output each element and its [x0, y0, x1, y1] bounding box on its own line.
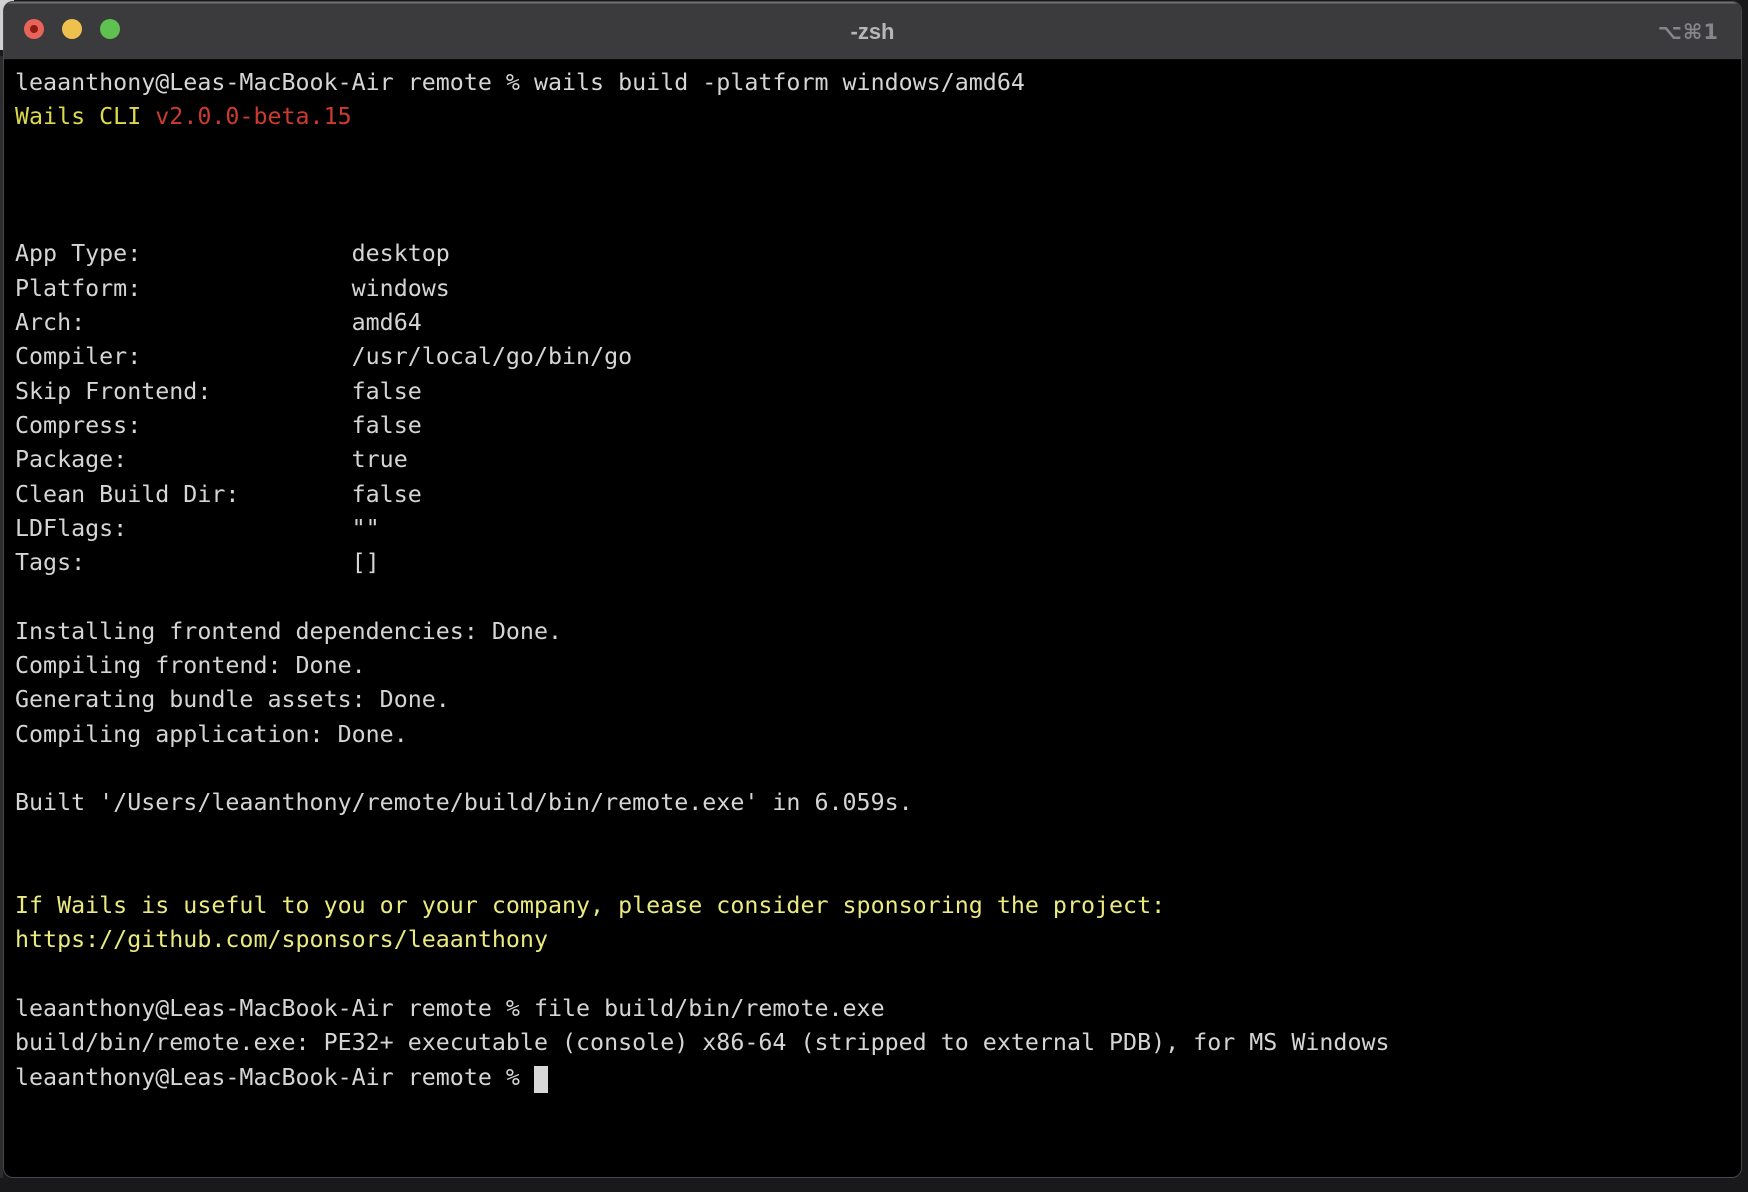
- terminal-text: Compress:: [15, 412, 352, 439]
- terminal-line: App Type: desktop: [15, 237, 1731, 271]
- terminal-line: [15, 958, 1731, 992]
- window-titlebar[interactable]: -zsh ⌥⌘1: [4, 2, 1741, 60]
- terminal-text: Arch:: [15, 309, 352, 336]
- terminal-line: Package: true: [15, 443, 1731, 477]
- terminal-line: [15, 855, 1731, 889]
- terminal-text: Compiling frontend: Done.: [15, 652, 366, 679]
- terminal-text: Package:: [15, 446, 352, 473]
- terminal-line: [15, 169, 1731, 203]
- terminal-text: Installing frontend dependencies: Done.: [15, 618, 562, 645]
- terminal-window: -zsh ⌥⌘1 leaanthony@Leas-MacBook-Air rem…: [3, 1, 1742, 1178]
- terminal-text: leaanthony@Leas-MacBook-Air remote % fil…: [15, 995, 885, 1022]
- terminal-line: https://github.com/sponsors/leaanthony: [15, 923, 1731, 957]
- terminal-text: Built '/Users/leaanthony/remote/build/bi…: [15, 789, 913, 816]
- terminal-line: Built '/Users/leaanthony/remote/build/bi…: [15, 786, 1731, 820]
- terminal-text: amd64: [352, 309, 422, 336]
- terminal-text: Wails CLI: [15, 103, 155, 130]
- terminal-text: If Wails is useful to you or your compan…: [15, 892, 1165, 919]
- terminal-text: Compiling application: Done.: [15, 721, 408, 748]
- terminal-text: build/bin/remote.exe: PE32+ executable (…: [15, 1029, 1390, 1056]
- terminal-line: [15, 203, 1731, 237]
- terminal-text: leaanthony@Leas-MacBook-Air remote %: [15, 1064, 534, 1091]
- terminal-text: Skip Frontend:: [15, 378, 352, 405]
- terminal-text: App Type:: [15, 240, 352, 267]
- terminal-text: Clean Build Dir:: [15, 481, 352, 508]
- text-cursor: [534, 1066, 548, 1093]
- terminal-line: Compiling frontend: Done.: [15, 649, 1731, 683]
- terminal-line: Generating bundle assets: Done.: [15, 683, 1731, 717]
- terminal-line: Tags: []: [15, 546, 1731, 580]
- terminal-text: []: [352, 549, 380, 576]
- terminal-text: false: [352, 481, 422, 508]
- terminal-text: v2.0.0-beta.15: [155, 103, 351, 130]
- terminal-text: false: [352, 412, 422, 439]
- terminal-text: Tags:: [15, 549, 352, 576]
- terminal-text: Platform:: [15, 275, 352, 302]
- terminal-line: [15, 580, 1731, 614]
- terminal-line: Installing frontend dependencies: Done.: [15, 615, 1731, 649]
- terminal-line: Clean Build Dir: false: [15, 478, 1731, 512]
- terminal-screen[interactable]: leaanthony@Leas-MacBook-Air remote % wai…: [4, 60, 1741, 1095]
- terminal-text: LDFlags:: [15, 515, 352, 542]
- terminal-line: leaanthony@Leas-MacBook-Air remote % wai…: [15, 66, 1731, 100]
- terminal-text: desktop: [352, 240, 450, 267]
- terminal-line: [15, 821, 1731, 855]
- terminal-line: Compiler: /usr/local/go/bin/go: [15, 340, 1731, 374]
- terminal-line: build/bin/remote.exe: PE32+ executable (…: [15, 1026, 1731, 1060]
- window-title: -zsh: [4, 2, 1741, 59]
- terminal-text: Compiler:: [15, 343, 352, 370]
- terminal-line: leaanthony@Leas-MacBook-Air remote % fil…: [15, 992, 1731, 1026]
- terminal-text: "": [352, 515, 380, 542]
- terminal-text: Generating bundle assets: Done.: [15, 686, 450, 713]
- terminal-line: If Wails is useful to you or your compan…: [15, 889, 1731, 923]
- terminal-line: [15, 752, 1731, 786]
- terminal-line: Platform: windows: [15, 272, 1731, 306]
- terminal-text: false: [352, 378, 422, 405]
- terminal-line: Compiling application: Done.: [15, 718, 1731, 752]
- terminal-text: leaanthony@Leas-MacBook-Air remote % wai…: [15, 69, 1025, 96]
- terminal-line: Compress: false: [15, 409, 1731, 443]
- tab-shortcut-indicator: ⌥⌘1: [1658, 2, 1719, 59]
- terminal-text: /usr/local/go/bin/go: [352, 343, 633, 370]
- terminal-text: true: [352, 446, 408, 473]
- terminal-text: windows: [352, 275, 450, 302]
- terminal-line: Arch: amd64: [15, 306, 1731, 340]
- terminal-line: Wails CLI v2.0.0-beta.15: [15, 100, 1731, 134]
- terminal-line: [15, 135, 1731, 169]
- terminal-text: https://github.com/sponsors/leaanthony: [15, 926, 548, 953]
- terminal-line: LDFlags: "": [15, 512, 1731, 546]
- terminal-line: leaanthony@Leas-MacBook-Air remote %: [15, 1061, 1731, 1095]
- terminal-line: Skip Frontend: false: [15, 375, 1731, 409]
